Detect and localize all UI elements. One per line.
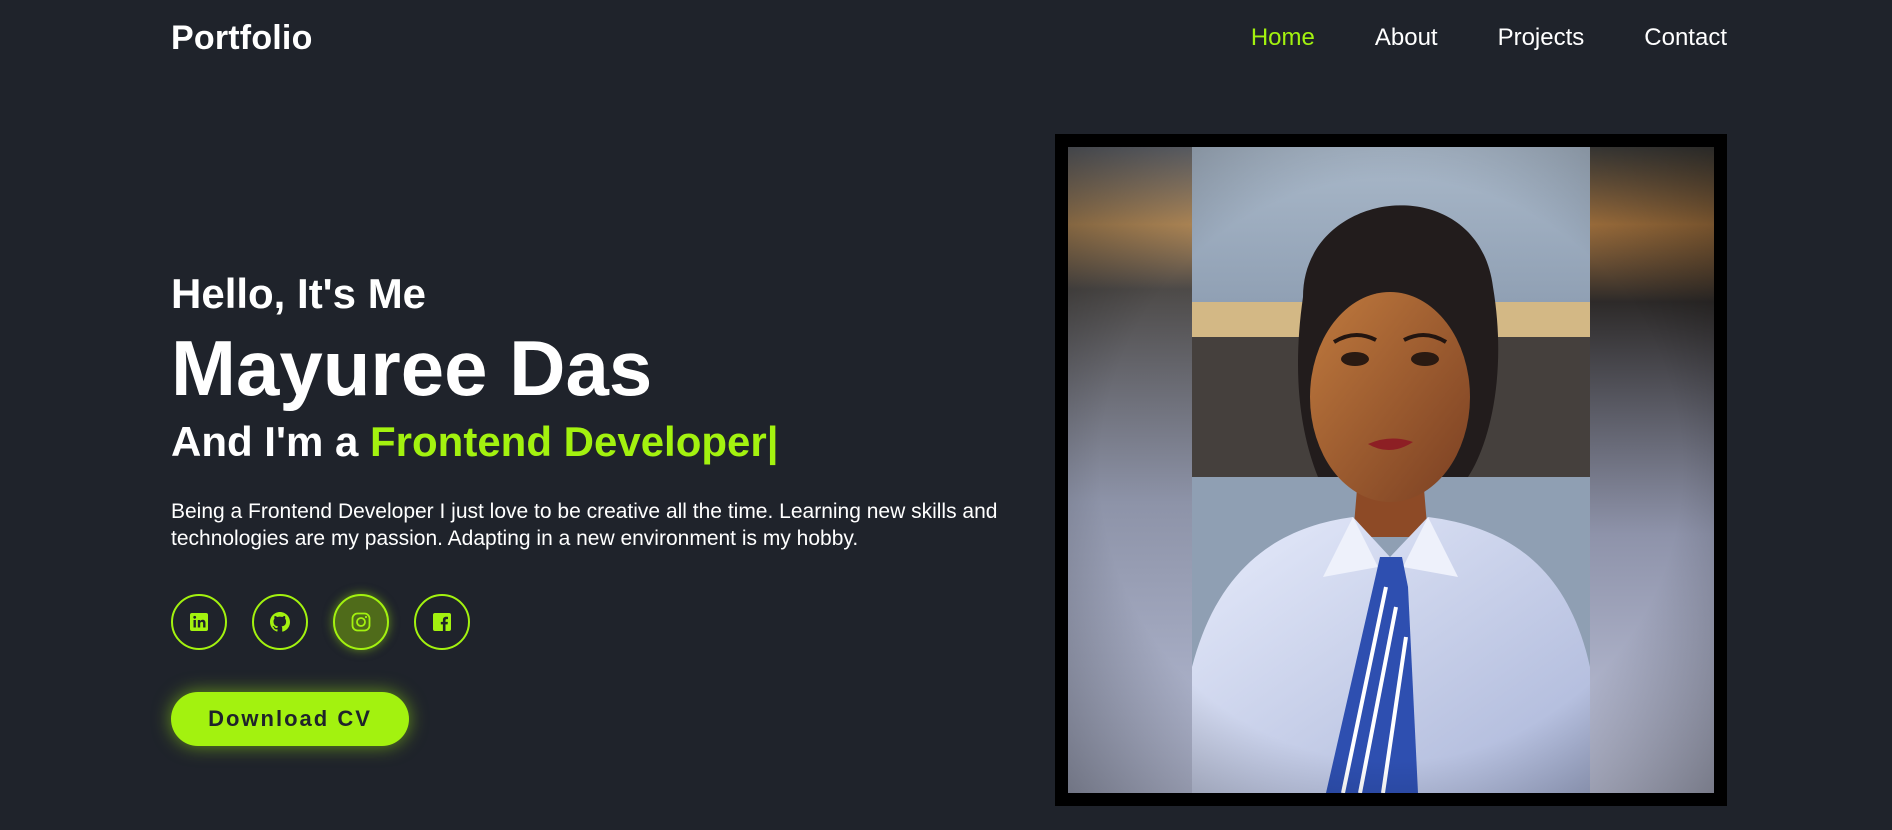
hero-greeting: Hello, It's Me	[171, 270, 427, 317]
linkedin-icon	[190, 613, 208, 631]
github-icon	[270, 612, 291, 632]
hero-name: Mayuree Das	[171, 324, 653, 412]
nav-home[interactable]: Home	[1251, 24, 1315, 52]
nav-about[interactable]: About	[1375, 24, 1438, 52]
role-prefix: And I'm a	[171, 418, 371, 465]
hero-role: And I'm a Frontend Developer|	[171, 416, 1071, 468]
social-links	[171, 594, 470, 650]
profile-photo-image	[1068, 147, 1714, 793]
role-highlight: Frontend Developer|	[370, 418, 779, 465]
linkedin-link[interactable]	[171, 594, 227, 650]
instagram-icon	[351, 612, 371, 632]
download-cv-button[interactable]: Download CV	[171, 692, 409, 746]
profile-photo	[1068, 147, 1714, 793]
github-link[interactable]	[252, 594, 308, 650]
instagram-link[interactable]	[333, 594, 389, 650]
profile-photo-frame	[1055, 134, 1727, 806]
site-header: Portfolio Home About Projects Contact	[171, 0, 1727, 76]
main-nav: Home About Projects Contact	[1251, 24, 1727, 52]
hero-text: Hello, It's Me Mayuree Das And I'm a Fro…	[171, 268, 1071, 552]
nav-projects[interactable]: Projects	[1498, 24, 1585, 52]
site-logo[interactable]: Portfolio	[171, 19, 313, 58]
facebook-icon	[433, 613, 451, 631]
page: Portfolio Home About Projects Contact He…	[0, 0, 1892, 830]
facebook-link[interactable]	[414, 594, 470, 650]
hero-bio: Being a Frontend Developer I just love t…	[171, 500, 998, 550]
nav-contact[interactable]: Contact	[1644, 24, 1727, 52]
